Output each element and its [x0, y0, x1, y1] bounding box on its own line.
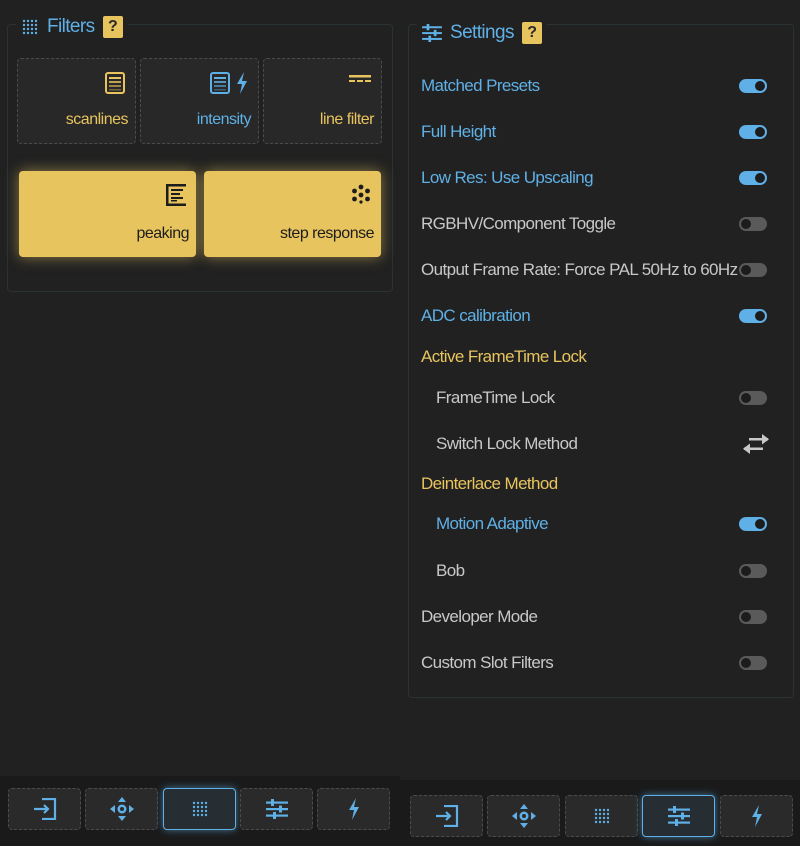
group-header-frametime-lock: Active FrameTime Lock [421, 347, 587, 366]
filters-legend: Filters ? [16, 16, 128, 38]
tile-label: intensity [196, 111, 252, 128]
toggle-switch[interactable] [739, 263, 767, 277]
tile-label: step response [279, 225, 375, 242]
setting-label: Output Frame Rate: Force PAL 50Hz to 60H… [421, 260, 738, 279]
filter-tile-intensity[interactable]: intensity [140, 58, 259, 144]
setting-output-frame-rate[interactable]: Output Frame Rate: Force PAL 50Hz to 60H… [421, 255, 781, 285]
setting-label: Matched Presets [421, 76, 540, 95]
settings-section: Settings ? Matched Presets Full Height L… [408, 22, 794, 698]
toggle-switch[interactable] [739, 391, 767, 405]
setting-low-res-upscaling[interactable]: Low Res: Use Upscaling [421, 163, 781, 193]
nav-button-input[interactable] [8, 788, 81, 830]
nav-button-position[interactable] [487, 795, 560, 837]
setting-label: FrameTime Lock [436, 388, 555, 407]
lightning-icon [751, 805, 763, 827]
nav-button-position[interactable] [85, 788, 158, 830]
toggle-switch[interactable] [739, 656, 767, 670]
setting-label: ADC calibration [421, 306, 531, 325]
nav-button-filters[interactable] [163, 788, 236, 830]
setting-label: Motion Adaptive [436, 514, 549, 533]
sliders-icon [422, 24, 442, 42]
swap-arrows-icon[interactable] [743, 433, 769, 455]
setting-rgbhv-component-toggle[interactable]: RGBHV/Component Toggle [421, 209, 781, 239]
setting-full-height[interactable]: Full Height [421, 117, 781, 147]
input-icon [435, 805, 459, 827]
setting-label: Full Height [421, 122, 496, 141]
filter-tile-scanlines[interactable]: scanlines [17, 58, 136, 144]
filters-title: Filters [47, 16, 95, 37]
filter-tile-step-response[interactable]: step response [204, 171, 381, 257]
group-header-deinterlace-method: Deinterlace Method [421, 474, 558, 493]
toggle-switch[interactable] [739, 564, 767, 578]
toggle-switch[interactable] [739, 217, 767, 231]
settings-title: Settings [450, 22, 514, 43]
toggle-switch[interactable] [739, 610, 767, 624]
scanlines-icon [105, 72, 125, 99]
bottom-nav-left [0, 776, 400, 846]
nav-button-input[interactable] [410, 795, 483, 837]
dot-grid-icon [191, 800, 209, 818]
step-response-icon [351, 184, 371, 209]
setting-label: Developer Mode [421, 607, 538, 626]
nav-button-power[interactable] [720, 795, 793, 837]
peaking-icon [166, 184, 186, 211]
filters-help-button[interactable]: ? [102, 16, 123, 38]
toggle-switch[interactable] [739, 125, 767, 139]
sliders-icon [667, 806, 690, 826]
lightning-icon [236, 72, 248, 99]
setting-custom-slot-filters[interactable]: Custom Slot Filters [421, 648, 781, 678]
settings-help-button[interactable]: ? [521, 22, 542, 44]
move-arrows-icon [109, 797, 134, 821]
toggle-switch[interactable] [739, 309, 767, 323]
lightning-icon [348, 798, 360, 820]
setting-matched-presets[interactable]: Matched Presets [421, 71, 781, 101]
setting-frametime-lock[interactable]: FrameTime Lock [421, 383, 781, 413]
dot-grid-icon [593, 807, 611, 825]
settings-legend: Settings ? [417, 22, 547, 44]
setting-label: Custom Slot Filters [421, 653, 554, 672]
filter-tile-line-filter[interactable]: line filter [263, 58, 382, 144]
nav-button-settings[interactable] [642, 795, 715, 837]
bottom-nav-right [400, 780, 800, 846]
input-icon [33, 798, 57, 820]
setting-label: Switch Lock Method [436, 434, 578, 453]
filters-section: Filters ? scanlines intensity line filte… [7, 16, 393, 292]
tile-label: peaking [136, 225, 189, 242]
tile-label: scanlines [65, 111, 129, 128]
setting-developer-mode[interactable]: Developer Mode [421, 602, 781, 632]
toggle-switch[interactable] [739, 79, 767, 93]
dot-grid-icon [21, 18, 39, 36]
nav-button-filters[interactable] [565, 795, 638, 837]
setting-bob[interactable]: Bob [421, 556, 781, 586]
filter-tile-peaking[interactable]: peaking [19, 171, 196, 257]
setting-label: Low Res: Use Upscaling [421, 168, 594, 187]
scanlines-icon [210, 72, 230, 99]
sliders-icon [265, 799, 288, 819]
line-filter-icon [349, 72, 371, 90]
setting-label: RGBHV/Component Toggle [421, 214, 616, 233]
move-arrows-icon [511, 804, 536, 828]
tile-label: line filter [319, 111, 375, 128]
setting-adc-calibration[interactable]: ADC calibration [421, 301, 781, 331]
setting-switch-lock-method[interactable]: Switch Lock Method [421, 429, 781, 459]
setting-motion-adaptive[interactable]: Motion Adaptive [421, 509, 781, 539]
setting-label: Bob [436, 561, 465, 580]
nav-button-settings[interactable] [240, 788, 313, 830]
toggle-switch[interactable] [739, 171, 767, 185]
settings-pane: Settings ? Matched Presets Full Height L… [400, 0, 800, 846]
toggle-switch[interactable] [739, 517, 767, 531]
nav-button-power[interactable] [317, 788, 390, 830]
filters-pane: Filters ? scanlines intensity line filte… [0, 0, 400, 846]
